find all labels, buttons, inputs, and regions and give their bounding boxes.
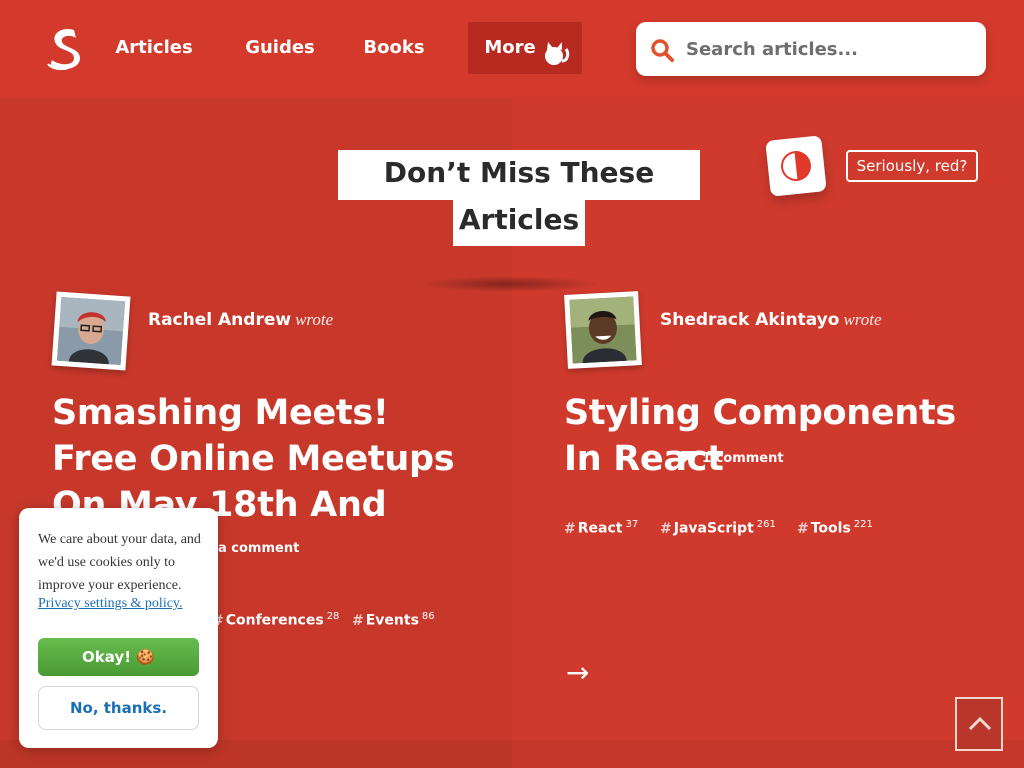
nav-more-button[interactable]: More — [468, 22, 582, 74]
author-name[interactable]: Rachel Andrew — [148, 310, 291, 330]
tag-count: 221 — [853, 519, 873, 530]
top-navigation: Articles Guides Books More — [0, 0, 1024, 98]
tag-count: 261 — [756, 519, 776, 530]
tag-label: JavaScript — [673, 520, 754, 537]
comment-icon — [681, 451, 695, 464]
chevron-up-icon — [968, 716, 992, 731]
tag-count: 37 — [625, 519, 639, 530]
seriously-red-button[interactable]: Seriously, red? — [846, 150, 978, 182]
cat-mascot-icon — [542, 36, 570, 65]
tag-label: React — [577, 520, 623, 537]
hash-icon: # — [660, 520, 672, 537]
back-to-top-button[interactable] — [955, 697, 1003, 751]
tag-react[interactable]: # React 37 — [564, 519, 638, 537]
author-avatar-shedrack[interactable] — [564, 291, 642, 369]
hash-icon: # — [797, 520, 809, 537]
comment-count[interactable]: a comment — [218, 541, 299, 556]
comment-count-link[interactable]: 1 comment — [680, 449, 784, 466]
tag-label: Tools — [810, 520, 851, 537]
nav-books-button[interactable]: Books — [356, 28, 432, 68]
search-box — [636, 22, 986, 76]
nav-more-label: More — [484, 37, 536, 58]
author-avatar-rachel[interactable] — [51, 291, 131, 371]
wrote-label: wrote — [295, 310, 334, 329]
article-title-text: Styling Components In React — [564, 393, 956, 479]
author-byline: Shedrack Akintayo wrote — [660, 310, 882, 330]
heading-shadow — [420, 276, 600, 292]
tag-events[interactable]: # Events 86 — [352, 611, 435, 629]
search-icon — [650, 38, 674, 62]
comment-count: 1 comment — [702, 451, 784, 466]
tag-conferences[interactable]: #Conferences28 — [212, 611, 339, 629]
tag-count: 86 — [421, 611, 435, 622]
wrote-label: wrote — [843, 310, 882, 329]
nav-articles-link[interactable]: Articles — [110, 28, 198, 68]
section-heading-line2: Articles — [453, 198, 585, 246]
section-heading-line1: Don’t Miss These Latest — [338, 150, 700, 235]
author-byline: Rachel Andrew wrote — [148, 310, 333, 330]
search-input[interactable] — [686, 30, 976, 68]
hash-icon: # — [352, 612, 364, 629]
accept-cookies-button[interactable]: Okay! 🍪 — [38, 638, 199, 676]
cookie-consent-dialog: We care about your data, and we'd use co… — [19, 508, 218, 748]
contrast-toggle-icon[interactable] — [765, 135, 827, 197]
privacy-policy-link[interactable]: Privacy settings & policy. — [38, 596, 183, 612]
tag-count: 28 — [326, 611, 340, 622]
hash-icon: # — [564, 520, 576, 537]
tag-label: Events — [365, 612, 419, 629]
cookie-message: We care about your data, and we'd use co… — [38, 532, 201, 593]
smashing-logo-icon[interactable] — [44, 26, 88, 71]
read-more-arrow-icon[interactable]: → — [566, 656, 589, 689]
tag-tools[interactable]: # Tools 221 — [797, 519, 873, 537]
nav-guides-button[interactable]: Guides — [240, 28, 320, 68]
article-title[interactable]: Styling Components In React — [564, 390, 1004, 482]
tag-label: Conferences — [225, 612, 324, 629]
author-name[interactable]: Shedrack Akintayo — [660, 310, 839, 330]
decline-cookies-button[interactable]: No, thanks. — [38, 686, 199, 730]
tag-javascript[interactable]: # JavaScript 261 — [660, 519, 776, 537]
